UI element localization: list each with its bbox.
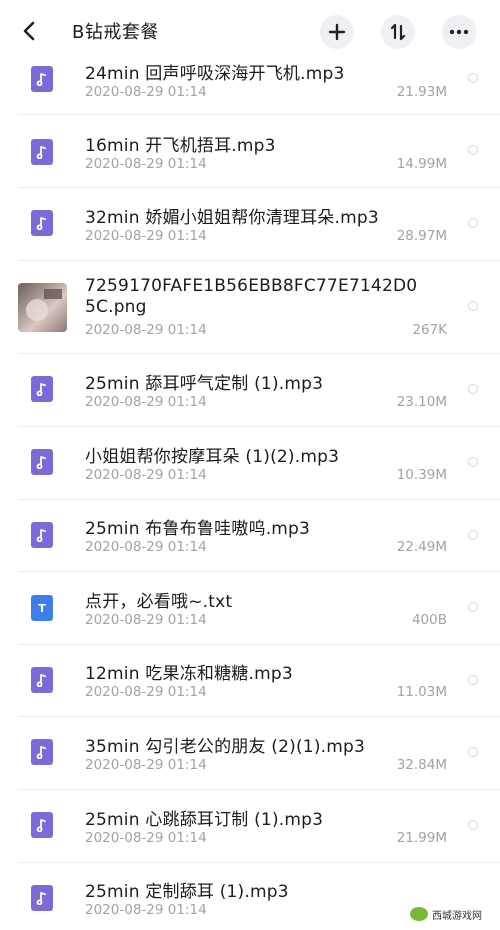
- file-size: 400B: [411, 612, 447, 628]
- select-radio[interactable]: [468, 820, 478, 830]
- file-date: 2020-08-29 01:14: [85, 394, 207, 410]
- music-note-icon: [31, 667, 53, 693]
- file-name: 32min 娇媚小姐姐帮你清理耳朵.mp3: [85, 208, 379, 228]
- file-name: 12min 吃果冻和糖糖.mp3: [85, 664, 293, 684]
- file-row[interactable]: 25min 舔耳呼气定制 (1).mp3 2020-08-29 01:14 23…: [0, 354, 500, 426]
- file-name: 24min 回声呼吸深海开飞机.mp3: [85, 64, 345, 84]
- watermark-badge: 西城游戏网: [396, 902, 496, 926]
- more-horizontal-icon: [449, 29, 469, 35]
- music-note-icon: [31, 66, 53, 92]
- select-radio[interactable]: [468, 301, 478, 311]
- file-date: 2020-08-29 01:14: [85, 228, 207, 244]
- file-date: 2020-08-29 01:14: [85, 612, 207, 628]
- music-note-icon: [31, 210, 53, 236]
- file-size: 28.97M: [396, 228, 447, 244]
- file-date: 2020-08-29 01:14: [85, 467, 207, 483]
- file-row[interactable]: T 点开，必看哦~.txt 2020-08-29 01:14 400B: [0, 572, 500, 644]
- file-date: 2020-08-29 01:14: [85, 84, 207, 100]
- sort-button[interactable]: [381, 15, 415, 49]
- music-note-icon: [31, 812, 53, 838]
- file-size: 23.10M: [396, 394, 447, 410]
- select-radio[interactable]: [468, 530, 478, 540]
- file-date: 2020-08-29 01:14: [85, 322, 207, 338]
- folder-title: B钻戒套餐: [72, 22, 159, 43]
- file-size: 21.99M: [396, 830, 447, 846]
- file-date: 2020-08-29 01:14: [85, 539, 207, 555]
- file-size: 21.93M: [396, 84, 447, 100]
- file-name-continued: 5C.png: [85, 297, 147, 317]
- file-name: 7259170FAFE1B56EBB8FC77E7142D0: [85, 276, 418, 296]
- file-row[interactable]: 小姐姐帮你按摩耳朵 (1)(2).mp3 2020-08-29 01:14 10…: [0, 427, 500, 499]
- watermark-logo-icon: [410, 907, 428, 921]
- file-date: 2020-08-29 01:14: [85, 830, 207, 846]
- file-size: 10.39M: [396, 467, 447, 483]
- file-row[interactable]: 32min 娇媚小姐姐帮你清理耳朵.mp3 2020-08-29 01:14 2…: [0, 188, 500, 260]
- sort-icon: [390, 23, 406, 41]
- text-file-icon: T: [31, 595, 53, 621]
- file-name: 25min 布鲁布鲁哇嗷呜.mp3: [85, 519, 311, 539]
- music-note-icon: [31, 139, 53, 165]
- file-name: 35min 勾引老公的朋友 (2)(1).mp3: [85, 737, 366, 757]
- file-size: 267K: [412, 322, 447, 338]
- file-row[interactable]: 16min 开飞机捂耳.mp3 2020-08-29 01:14 14.99M: [0, 115, 500, 187]
- plus-icon: [328, 23, 346, 41]
- chevron-left-icon: [23, 21, 35, 41]
- file-row[interactable]: 35min 勾引老公的朋友 (2)(1).mp3 2020-08-29 01:1…: [0, 717, 500, 789]
- select-radio[interactable]: [468, 602, 478, 612]
- watermark-text: 西城游戏网: [432, 910, 482, 922]
- music-note-icon: [31, 376, 53, 402]
- file-size: 11.03M: [396, 684, 447, 700]
- file-size: 32.84M: [396, 757, 447, 773]
- app-header: B钻戒套餐: [0, 0, 500, 62]
- file-row[interactable]: 12min 吃果冻和糖糖.mp3 2020-08-29 01:14 11.03M: [0, 645, 500, 717]
- select-radio[interactable]: [468, 145, 478, 155]
- file-size: 14.99M: [396, 156, 447, 172]
- back-button[interactable]: [14, 16, 44, 46]
- file-row[interactable]: 25min 心跳舔耳订制 (1).mp3 2020-08-29 01:14 21…: [0, 790, 500, 862]
- file-name: 25min 心跳舔耳订制 (1).mp3: [85, 810, 324, 830]
- add-button[interactable]: [320, 15, 354, 49]
- file-date: 2020-08-29 01:14: [85, 757, 207, 773]
- more-button[interactable]: [442, 15, 476, 49]
- file-size: 22.49M: [396, 539, 447, 555]
- file-date: 2020-08-29 01:14: [85, 684, 207, 700]
- music-note-icon: [31, 739, 53, 765]
- select-radio[interactable]: [468, 747, 478, 757]
- file-date: 2020-08-29 01:14: [85, 156, 207, 172]
- file-name: 25min 舔耳呼气定制 (1).mp3: [85, 374, 324, 394]
- music-note-icon: [31, 449, 53, 475]
- image-thumbnail: [18, 283, 67, 332]
- select-radio[interactable]: [468, 218, 478, 228]
- select-radio[interactable]: [468, 457, 478, 467]
- select-radio[interactable]: [468, 73, 478, 83]
- select-radio[interactable]: [468, 384, 478, 394]
- file-name: 点开，必看哦~.txt: [85, 592, 233, 612]
- music-note-icon: [31, 522, 53, 548]
- file-row[interactable]: 25min 布鲁布鲁哇嗷呜.mp3 2020-08-29 01:14 22.49…: [0, 500, 500, 572]
- file-name: 16min 开飞机捂耳.mp3: [85, 136, 276, 156]
- file-row[interactable]: 7259170FAFE1B56EBB8FC77E7142D0 5C.png 20…: [0, 261, 500, 353]
- file-date: 2020-08-29 01:14: [85, 902, 207, 918]
- select-radio[interactable]: [468, 675, 478, 685]
- music-note-icon: [31, 885, 53, 911]
- file-name: 小姐姐帮你按摩耳朵 (1)(2).mp3: [85, 447, 340, 467]
- file-name: 25min 定制舔耳 (1).mp3: [85, 882, 289, 902]
